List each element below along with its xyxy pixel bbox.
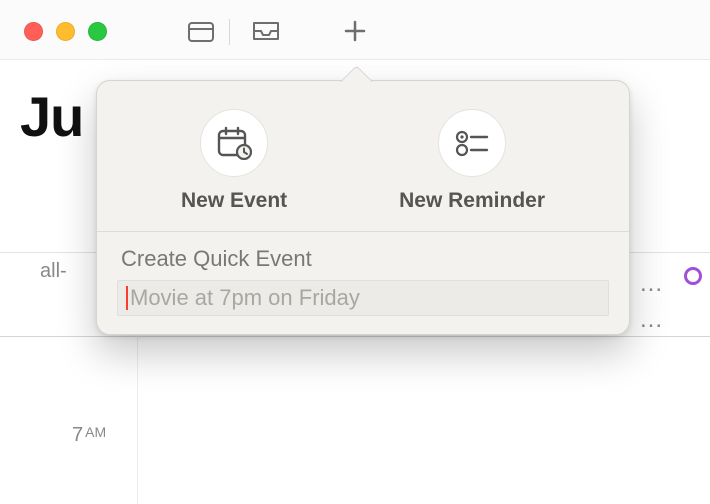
window-minimize-button[interactable]: [56, 22, 75, 41]
new-reminder-button[interactable]: New Reminder: [399, 109, 545, 213]
all-day-label: all-: [40, 260, 67, 283]
quick-event-placeholder: Movie at 7pm on Friday: [130, 285, 360, 311]
toolbar-inbox-button[interactable]: [253, 20, 279, 42]
toolbar-add-button[interactable]: [342, 20, 368, 42]
quick-event-heading: Create Quick Event: [121, 246, 609, 272]
reminders-icon: [438, 109, 506, 177]
text-caret: [126, 286, 128, 310]
time-hour: 7: [72, 424, 83, 446]
popover-divider: [97, 231, 629, 232]
inbox-icon: [252, 21, 280, 41]
plus-icon: [344, 20, 366, 42]
window-zoom-button[interactable]: [88, 22, 107, 41]
calendar-icon: [188, 20, 214, 42]
month-title: Ju: [20, 84, 83, 149]
time-label-7am: 7AM: [72, 424, 106, 447]
new-event-button[interactable]: New Event: [181, 109, 287, 213]
overflow-indicator[interactable]: ...: [640, 270, 663, 298]
toolbar-separator: [229, 19, 230, 45]
toolbar-calendars-button[interactable]: [188, 20, 214, 42]
all-day-event-marker[interactable]: [684, 267, 702, 285]
window-controls: [24, 22, 107, 41]
calendar-add-icon: [200, 109, 268, 177]
popover-actions-row: New Event New Reminder: [117, 103, 609, 231]
overflow-indicator[interactable]: ...: [640, 306, 663, 334]
time-ampm: AM: [85, 424, 106, 440]
new-reminder-label: New Reminder: [399, 189, 545, 213]
divider: [0, 336, 710, 337]
new-event-label: New Event: [181, 189, 287, 213]
window-toolbar: [0, 0, 710, 60]
quick-event-input[interactable]: Movie at 7pm on Friday: [117, 280, 609, 316]
grid-line: [137, 336, 138, 504]
add-popover: New Event New Reminder Create Quick Even…: [96, 80, 630, 335]
window-close-button[interactable]: [24, 22, 43, 41]
